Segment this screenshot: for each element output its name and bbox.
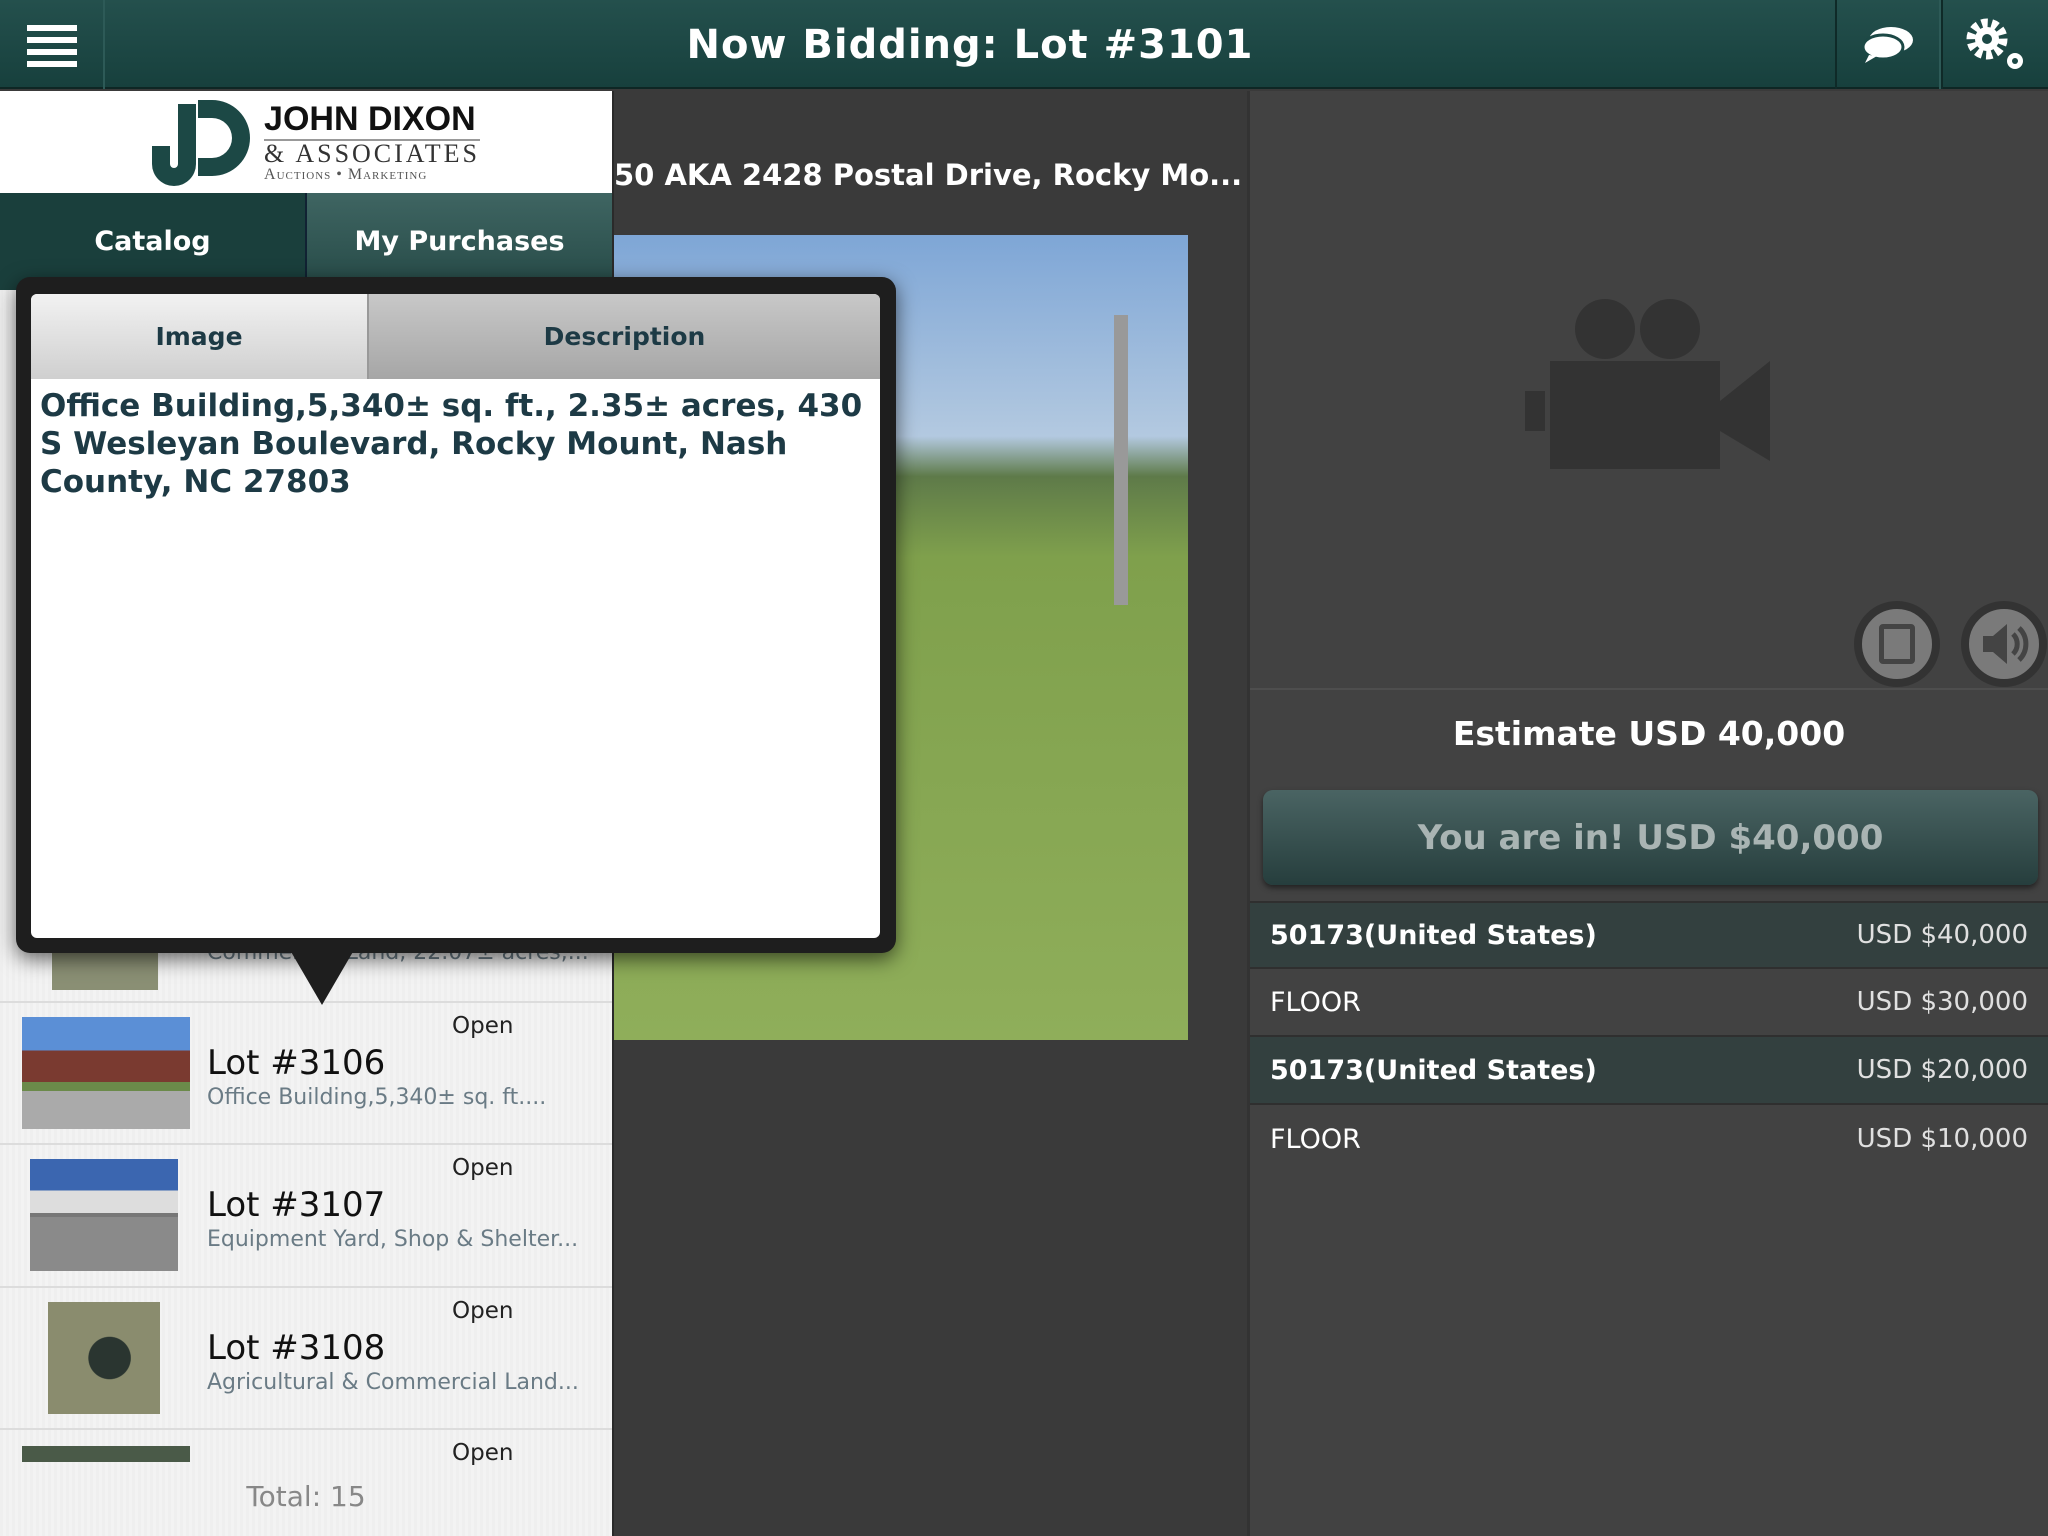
tower	[1114, 315, 1128, 605]
lot-status: Open	[452, 1155, 514, 1181]
list-item[interactable]: Open Lot #3106 Office Building,5,340± sq…	[0, 1003, 612, 1145]
lot-thumbnail	[22, 1446, 190, 1462]
stop-icon	[1879, 624, 1915, 664]
chat-button[interactable]	[1835, 0, 1941, 89]
chat-bubbles-icon	[1861, 26, 1913, 63]
bid-button[interactable]: You are in! USD $40,000	[1263, 790, 2038, 885]
bidder: FLOOR	[1270, 986, 1361, 1018]
logo-tagline: Auctions • Marketing	[264, 165, 428, 183]
bid-history-row: FLOOR USD $10,000	[1250, 1105, 2048, 1173]
tab-image[interactable]: Image	[31, 294, 369, 379]
lot-status: Open	[452, 1013, 514, 1039]
estimate-label: Estimate USD 40,000	[1452, 714, 1846, 753]
bid-history-row: 50173(United States) USD $40,000	[1250, 901, 2048, 969]
page-title: Now Bidding: Lot #3101	[686, 21, 1254, 68]
lot-thumbnail	[22, 1017, 190, 1129]
sound-button[interactable]	[1961, 601, 2047, 687]
lot-status: Open	[452, 1440, 514, 1466]
logo-title: JOHN DIXON	[264, 99, 476, 138]
lot-thumbnail	[48, 1302, 160, 1414]
total-count: Total: 15	[246, 1480, 366, 1513]
top-bar: Now Bidding: Lot #3101	[0, 0, 2048, 89]
gears-icon	[1966, 18, 2023, 69]
bid-amount: USD $30,000	[1856, 987, 2028, 1017]
menu-button[interactable]	[0, 0, 105, 89]
settings-button[interactable]	[1941, 0, 2048, 89]
logo-subtitle: & ASSOCIATES	[264, 138, 480, 168]
bid-history-row: FLOOR USD $30,000	[1250, 969, 2048, 1037]
hamburger-menu-icon	[26, 24, 77, 67]
list-item[interactable]: Open Lot #3108 Agricultural & Commercial…	[0, 1288, 612, 1430]
lot-name: Lot #3106	[207, 1043, 386, 1083]
tab-my-purchases[interactable]: My Purchases	[305, 193, 612, 290]
lot-description: Office Building,5,340± sq. ft....	[207, 1085, 547, 1110]
tab-description[interactable]: Description	[369, 294, 880, 379]
lot-name: Lot #3107	[207, 1185, 386, 1225]
popover-arrow	[290, 950, 354, 1005]
list-item[interactable]: Open Total: 15	[0, 1430, 612, 1536]
bidder: 50173(United States)	[1270, 919, 1597, 951]
stop-button[interactable]	[1854, 601, 1940, 687]
video-camera-icon	[1525, 299, 1770, 469]
lot-thumbnail	[30, 1159, 178, 1271]
bid-amount: USD $20,000	[1856, 1055, 2028, 1085]
speaker-icon	[1983, 624, 2029, 664]
bid-amount: USD $40,000	[1856, 920, 2028, 950]
list-item[interactable]: Open Lot #3107 Equipment Yard, Shop & Sh…	[0, 1145, 612, 1288]
lot-name: Lot #3108	[207, 1328, 386, 1368]
bidding-panel: Estimate USD 40,000 You are in! USD $40,…	[1247, 91, 2048, 1536]
lot-description: Equipment Yard, Shop & Shelter...	[207, 1227, 579, 1252]
tab-catalog[interactable]: Catalog	[0, 193, 305, 290]
bid-amount: USD $10,000	[1856, 1124, 2028, 1154]
lot-description: Agricultural & Commercial Land...	[207, 1370, 579, 1395]
company-logo: JOHN DIXON & ASSOCIATES Auctions • Marke…	[0, 91, 612, 193]
bidder: 50173(United States)	[1270, 1054, 1597, 1086]
bidder: FLOOR	[1270, 1123, 1361, 1155]
lot-detail-popover: Image Description Office Building,5,340±…	[16, 277, 896, 953]
lot-address: 50 AKA 2428 Postal Drive, Rocky Mo...	[614, 158, 1243, 192]
jd-logo-mark	[152, 100, 251, 186]
lot-description-text: Office Building,5,340± sq. ft., 2.35± ac…	[40, 388, 863, 500]
bid-history-row: 50173(United States) USD $20,000	[1250, 1037, 2048, 1105]
lot-status: Open	[452, 1298, 514, 1324]
